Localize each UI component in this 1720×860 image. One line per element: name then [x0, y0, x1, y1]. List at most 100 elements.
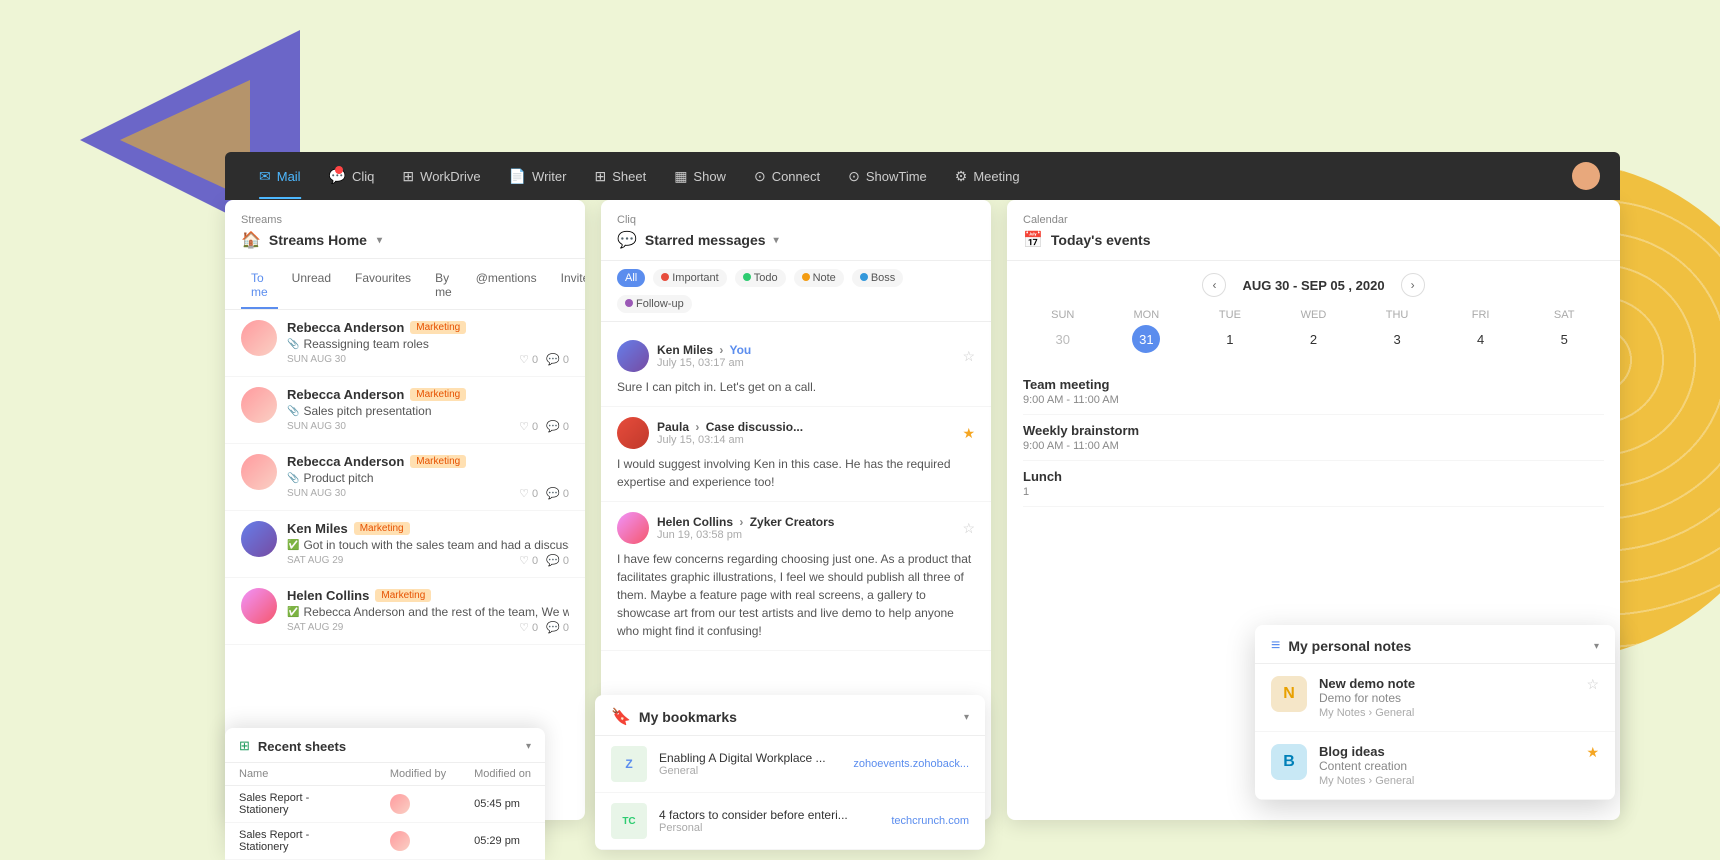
- filter-all[interactable]: All: [617, 269, 645, 287]
- nav-item-meeting[interactable]: ⚙ Meeting: [941, 162, 1034, 191]
- list-item[interactable]: Rebecca Anderson Marketing 📎 Sales pitch…: [225, 377, 585, 444]
- star-icon[interactable]: ☆: [1586, 676, 1599, 693]
- showtime-icon: ⊙: [848, 168, 860, 185]
- nav-item-cliq[interactable]: 💬 Cliq: [315, 162, 389, 191]
- tab-to-me[interactable]: To me: [241, 263, 278, 309]
- tab-mentions[interactable]: @mentions: [466, 263, 547, 309]
- bookmarks-dropdown-arrow[interactable]: ▾: [964, 712, 969, 723]
- bookmark-content: 4 factors to consider before enteri... P…: [659, 808, 879, 834]
- comment-count: 💬 0: [546, 554, 569, 567]
- sheet-dropdown-arrow[interactable]: ▾: [526, 741, 531, 752]
- star-icon[interactable]: ★: [1586, 744, 1599, 761]
- table-row[interactable]: Sales Report - Stationery 05:29 pm: [225, 823, 545, 860]
- note-path: My Notes › General: [1319, 775, 1574, 787]
- avatar: [241, 521, 277, 557]
- mail-subject: ✅ Got in touch with the sales team and h…: [287, 538, 569, 552]
- important-dot: [661, 273, 669, 281]
- nav-item-sheet[interactable]: ⊞ Sheet: [580, 162, 660, 191]
- attachment-icon: ✅: [287, 540, 299, 551]
- day-number[interactable]: 3: [1383, 325, 1411, 353]
- day-name: WED: [1301, 309, 1327, 321]
- bookmarks-icon: 🔖: [611, 707, 631, 727]
- mail-meta: SUN AUG 30 ♡ 0 💬 0: [287, 353, 569, 366]
- list-item[interactable]: Z Enabling A Digital Workplace ... Gener…: [595, 736, 985, 793]
- list-item[interactable]: Ken Miles › You July 15, 03:17 am ☆ Sure…: [601, 330, 991, 407]
- table-row[interactable]: Sales Report - Stationery 05:45 pm: [225, 786, 545, 823]
- mail-meta: SUN AUG 30 ♡ 0 💬 0: [287, 420, 569, 433]
- calendar-day: MON 31: [1107, 309, 1187, 353]
- calendar-event[interactable]: Lunch 1: [1023, 461, 1604, 507]
- star-icon[interactable]: ☆: [962, 348, 975, 365]
- calendar-prev-button[interactable]: ‹: [1202, 273, 1226, 297]
- list-item[interactable]: Helen Collins › Zyker Creators Jun 19, 0…: [601, 502, 991, 651]
- mail-list: Rebecca Anderson Marketing 📎 Reassigning…: [225, 310, 585, 645]
- day-name: SUN: [1051, 309, 1074, 321]
- bookmark-logo: Z: [625, 757, 632, 771]
- nav-label-mail: Mail: [277, 169, 301, 184]
- mail-sender: Rebecca Anderson: [287, 387, 404, 402]
- cliq-badge: [335, 166, 343, 174]
- list-item[interactable]: Rebecca Anderson Marketing 📎 Reassigning…: [225, 310, 585, 377]
- cliq-dropdown-arrow[interactable]: ▾: [774, 235, 779, 246]
- user-avatar[interactable]: [1572, 162, 1600, 190]
- list-item[interactable]: B Blog ideas Content creation My Notes ›…: [1255, 732, 1615, 800]
- mail-actions: ♡ 0 💬 0: [519, 420, 569, 433]
- nav-item-mail[interactable]: ✉ Mail: [245, 162, 315, 191]
- tab-unread[interactable]: Unread: [282, 263, 341, 309]
- avatar: [617, 512, 649, 544]
- nav-item-show[interactable]: ▦ Show: [660, 162, 740, 191]
- mail-date: SUN AUG 30: [287, 488, 346, 499]
- day-number[interactable]: 4: [1467, 325, 1495, 353]
- list-item[interactable]: N New demo note Demo for notes My Notes …: [1255, 664, 1615, 732]
- dropdown-arrow-icon[interactable]: ▾: [377, 235, 382, 246]
- day-number[interactable]: 5: [1550, 325, 1578, 353]
- list-item[interactable]: Helen Collins Marketing ✅ Rebecca Anders…: [225, 578, 585, 645]
- calendar-days: SUN 30 MON 31 TUE 1 WED 2 THU 3 FRI 4: [1007, 309, 1620, 353]
- nav-item-workdrive[interactable]: ⊞ WorkDrive: [388, 162, 494, 191]
- day-number[interactable]: 30: [1049, 325, 1077, 353]
- star-icon[interactable]: ☆: [962, 520, 975, 537]
- day-number[interactable]: 1: [1216, 325, 1244, 353]
- cliq-panel-title: Starred messages: [645, 232, 766, 248]
- nav-item-showtime[interactable]: ⊙ ShowTime: [834, 162, 941, 191]
- list-item[interactable]: Ken Miles Marketing ✅ Got in touch with …: [225, 511, 585, 578]
- cliq-msg-text: Sure I can pitch in. Let's get on a call…: [617, 378, 975, 396]
- notes-panel-title: My personal notes: [1288, 638, 1586, 654]
- nav-label-sheet: Sheet: [612, 169, 646, 184]
- calendar-event[interactable]: Weekly brainstorm 9:00 AM - 11:00 AM: [1023, 415, 1604, 461]
- calendar-next-button[interactable]: ›: [1401, 273, 1425, 297]
- sheet-modified-by: [376, 786, 460, 823]
- notes-dropdown-arrow[interactable]: ▾: [1594, 641, 1599, 652]
- filter-followup[interactable]: Follow-up: [617, 295, 692, 313]
- bookmark-link[interactable]: zohoevents.zohoback...: [853, 758, 969, 770]
- day-number[interactable]: 2: [1299, 325, 1327, 353]
- list-item[interactable]: TC 4 factors to consider before enteri..…: [595, 793, 985, 850]
- filter-todo[interactable]: Todo: [735, 269, 786, 287]
- cliq-app-icon: 💬: [617, 230, 637, 250]
- tab-by-me[interactable]: By me: [425, 263, 462, 309]
- nav-item-writer[interactable]: 📄 Writer: [495, 162, 581, 191]
- nav-item-connect[interactable]: ⊙ Connect: [740, 162, 834, 191]
- tab-invites[interactable]: Invites: [551, 263, 585, 309]
- tab-favourites[interactable]: Favourites: [345, 263, 421, 309]
- calendar-event[interactable]: Team meeting 9:00 AM - 11:00 AM: [1023, 369, 1604, 415]
- event-time: 9:00 AM - 11:00 AM: [1023, 394, 1604, 406]
- bookmark-link[interactable]: techcrunch.com: [891, 815, 969, 827]
- mail-subject: 📎 Product pitch: [287, 471, 569, 485]
- like-count: ♡ 0: [519, 353, 538, 366]
- filter-boss[interactable]: Boss: [852, 269, 903, 287]
- cliq-msg-meta: Paula › Case discussio... July 15, 03:14…: [657, 420, 954, 446]
- note-letter-avatar: B: [1271, 744, 1307, 780]
- calendar-panel-title: Today's events: [1051, 232, 1151, 248]
- filter-note[interactable]: Note: [794, 269, 844, 287]
- list-item[interactable]: Paula › Case discussio... July 15, 03:14…: [601, 407, 991, 502]
- bookmark-category: General: [659, 765, 841, 777]
- list-item[interactable]: Rebecca Anderson Marketing 📎 Product pit…: [225, 444, 585, 511]
- star-icon[interactable]: ★: [962, 425, 975, 442]
- notes-header: ≡ My personal notes ▾: [1255, 625, 1615, 664]
- day-number[interactable]: 31: [1132, 325, 1160, 353]
- mail-meta: SUN AUG 30 ♡ 0 💬 0: [287, 487, 569, 500]
- mail-item-content: Helen Collins Marketing ✅ Rebecca Anders…: [287, 588, 569, 634]
- mail-panel-title: Streams Home: [269, 232, 367, 248]
- filter-important[interactable]: Important: [653, 269, 726, 287]
